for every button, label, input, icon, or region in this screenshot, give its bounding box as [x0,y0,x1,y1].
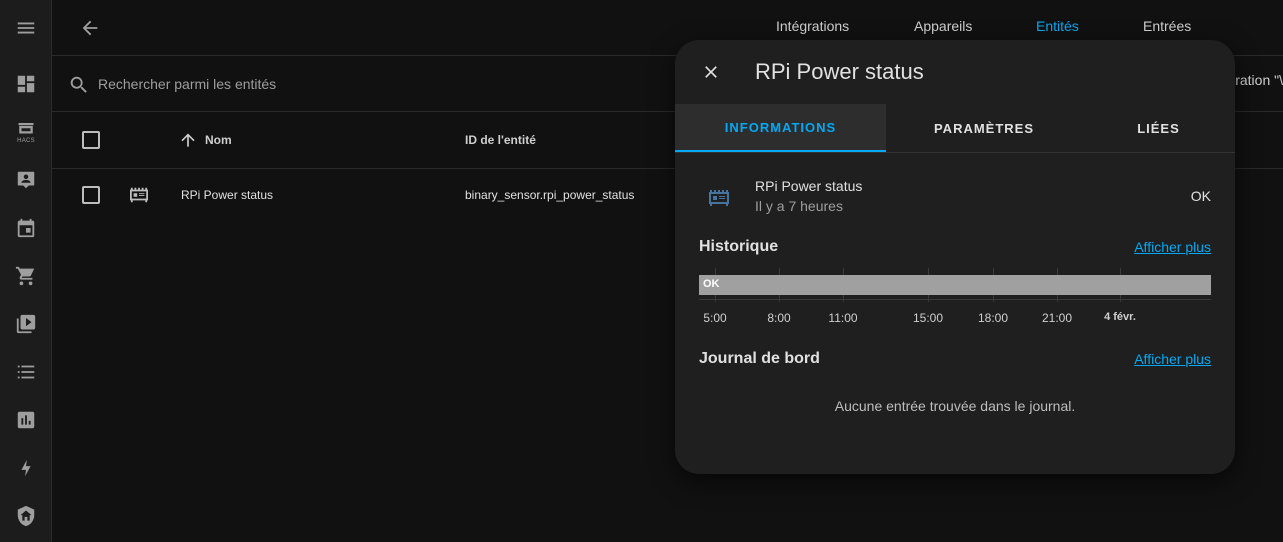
cart-icon[interactable] [10,260,42,292]
row-name: RPi Power status [181,188,274,202]
lightning-icon[interactable] [10,452,42,484]
tab-entities[interactable]: Entités [1036,18,1079,34]
hacs-label: HACS [17,138,35,144]
logbook-more-link[interactable]: Afficher plus [1134,351,1211,367]
sort-arrow-up-icon[interactable] [178,130,198,150]
shield-home-icon[interactable] [10,500,42,532]
raspberry-pi-icon [128,186,150,204]
timeline-tick-label: 4 févr. [1104,311,1136,323]
play-box-icon[interactable] [10,308,42,340]
dialog-title: RPi Power status [755,59,924,84]
row-checkbox[interactable] [82,186,100,204]
state-entity-name: RPi Power status [755,178,863,194]
history-more-link[interactable]: Afficher plus [1134,239,1211,255]
timeline-tick-label: 8:00 [767,311,791,325]
tab-devices[interactable]: Appareils [914,18,972,34]
history-timeline[interactable]: OK 5:00 8:00 11:00 15:00 18:00 21:00 4 f… [699,265,1211,325]
history-title: Historique [699,238,779,255]
tab-helpers[interactable]: Entrées [1143,18,1191,34]
tab-integrations[interactable]: Intégrations [776,18,849,34]
timeline-tick-label: 18:00 [977,311,1009,325]
timeline-tick-label: 21:00 [1041,311,1073,325]
raspberry-pi-icon [707,188,731,208]
format-list-icon[interactable] [10,356,42,388]
hacs-store-icon[interactable]: HACS [10,116,42,148]
entity-dialog: RPi Power status INFORMATIONS PARAMÈTRES… [675,40,1235,474]
close-icon[interactable] [699,60,723,84]
tab-liees[interactable]: LIÉES [1082,104,1235,152]
search-icon [68,74,90,96]
column-header-name[interactable]: Nom [205,133,232,147]
column-header-entity-id[interactable]: ID de l'entité [465,133,536,147]
row-entity-id: binary_sensor.rpi_power_status [465,188,635,202]
state-value: OK [1190,188,1211,204]
tab-parametres[interactable]: PARAMÈTRES [886,104,1082,152]
config-filter-button[interactable]: ration "\ [1235,72,1283,88]
dashboard-icon[interactable] [10,68,42,100]
sidebar: HACS [0,0,52,542]
account-box-icon[interactable] [10,164,42,196]
chart-box-icon[interactable] [10,404,42,436]
timeline-state-bar[interactable]: OK [699,275,1211,295]
back-arrow-icon[interactable] [76,14,104,42]
menu-icon[interactable] [10,12,42,44]
calendar-icon[interactable] [10,212,42,244]
logbook-empty-message: Aucune entrée trouvée dans le journal. [834,398,1076,414]
tab-informations[interactable]: INFORMATIONS [675,104,886,152]
timeline-axis [699,299,1211,300]
logbook-title: Journal de bord [699,350,820,367]
select-all-checkbox[interactable] [82,131,100,149]
timeline-tick-label: 15:00 [912,311,944,325]
search-input[interactable] [98,72,598,96]
timeline-tick-label: 5:00 [703,311,727,325]
timeline-bar-label: OK [703,278,720,290]
dialog-tabs: INFORMATIONS PARAMÈTRES LIÉES [675,104,1235,153]
state-last-changed: Il y a 7 heures [755,198,843,214]
timeline-tick-label: 11:00 [828,311,858,325]
